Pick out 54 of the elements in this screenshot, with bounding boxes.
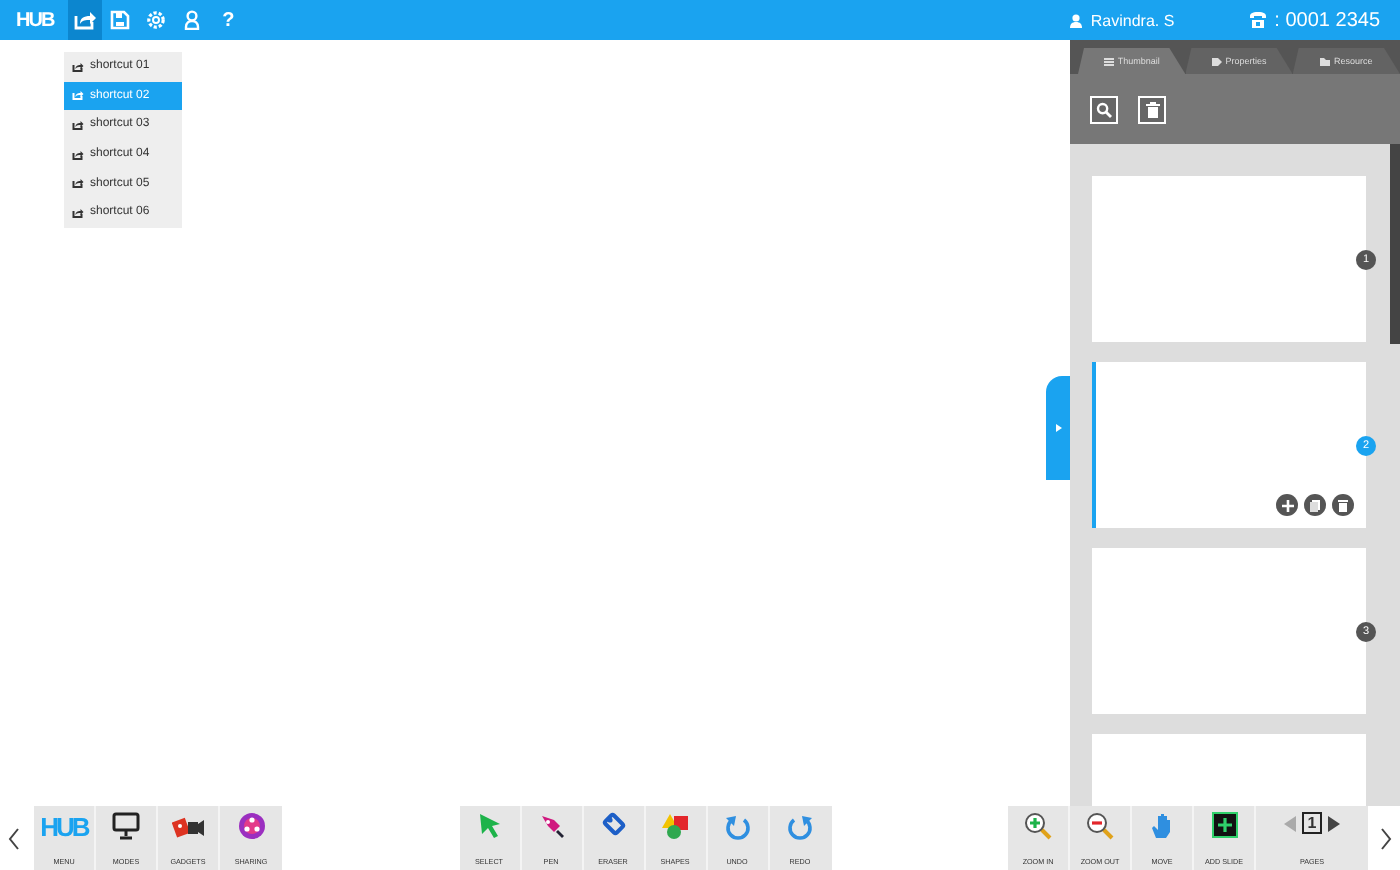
gadgets-icon [172, 812, 204, 840]
share-button[interactable] [67, 0, 102, 40]
chevron-right-icon [1380, 827, 1392, 849]
share-icon [72, 61, 84, 72]
user-icon [184, 10, 201, 30]
search-button[interactable] [1090, 95, 1118, 123]
tag-icon [1211, 57, 1222, 65]
add-button[interactable] [1276, 494, 1298, 516]
delete-button[interactable] [1332, 494, 1354, 516]
room-id: : 0001 2345 [1274, 9, 1380, 31]
user-name: Ravindra. S [1090, 11, 1175, 29]
cursor-icon [477, 812, 501, 840]
search-icon [1096, 101, 1112, 117]
shapes-icon [661, 812, 689, 840]
redo-icon [786, 812, 814, 840]
list-icon [1103, 57, 1114, 65]
add-slide-icon [1211, 812, 1237, 838]
share-icon [72, 119, 84, 130]
undo-icon [723, 812, 751, 840]
trash-icon [1145, 101, 1159, 117]
settings-icon [146, 10, 167, 30]
next-icon [1328, 815, 1340, 831]
user-icon [1070, 13, 1083, 27]
chevron-left-icon [8, 827, 20, 849]
logo: HUB [14, 7, 57, 35]
share-icon [73, 10, 96, 30]
slide-thumbnail[interactable] [1092, 362, 1366, 528]
zoom-out-icon [1086, 812, 1114, 840]
copy-icon [1310, 499, 1320, 511]
sharing-icon [237, 812, 265, 840]
previous-icon [1284, 815, 1296, 831]
share-icon [72, 90, 84, 101]
logo: HUB [40, 812, 88, 842]
hand-icon [1150, 812, 1174, 840]
scrollbar[interactable] [1390, 144, 1400, 344]
page-number[interactable]: 1 [1302, 812, 1322, 834]
plus-icon [1281, 499, 1293, 511]
slide-thumbnail[interactable] [1092, 548, 1366, 714]
phone-icon [1250, 12, 1267, 28]
save-icon [110, 10, 131, 30]
copy-button[interactable] [1304, 494, 1326, 516]
zoom-in-icon [1024, 812, 1052, 840]
share-icon [72, 207, 84, 218]
folder-icon [1320, 57, 1331, 65]
caret-icon [1055, 424, 1061, 432]
delete-button[interactable] [1138, 95, 1166, 123]
monitor-icon [112, 812, 140, 840]
slide-thumbnail[interactable] [1092, 176, 1366, 342]
share-icon [72, 178, 84, 189]
share-icon [72, 149, 84, 160]
collapse-button[interactable] [1046, 376, 1070, 480]
trash-icon [1338, 499, 1348, 511]
eraser-icon [599, 812, 627, 840]
pen-icon [537, 812, 565, 840]
